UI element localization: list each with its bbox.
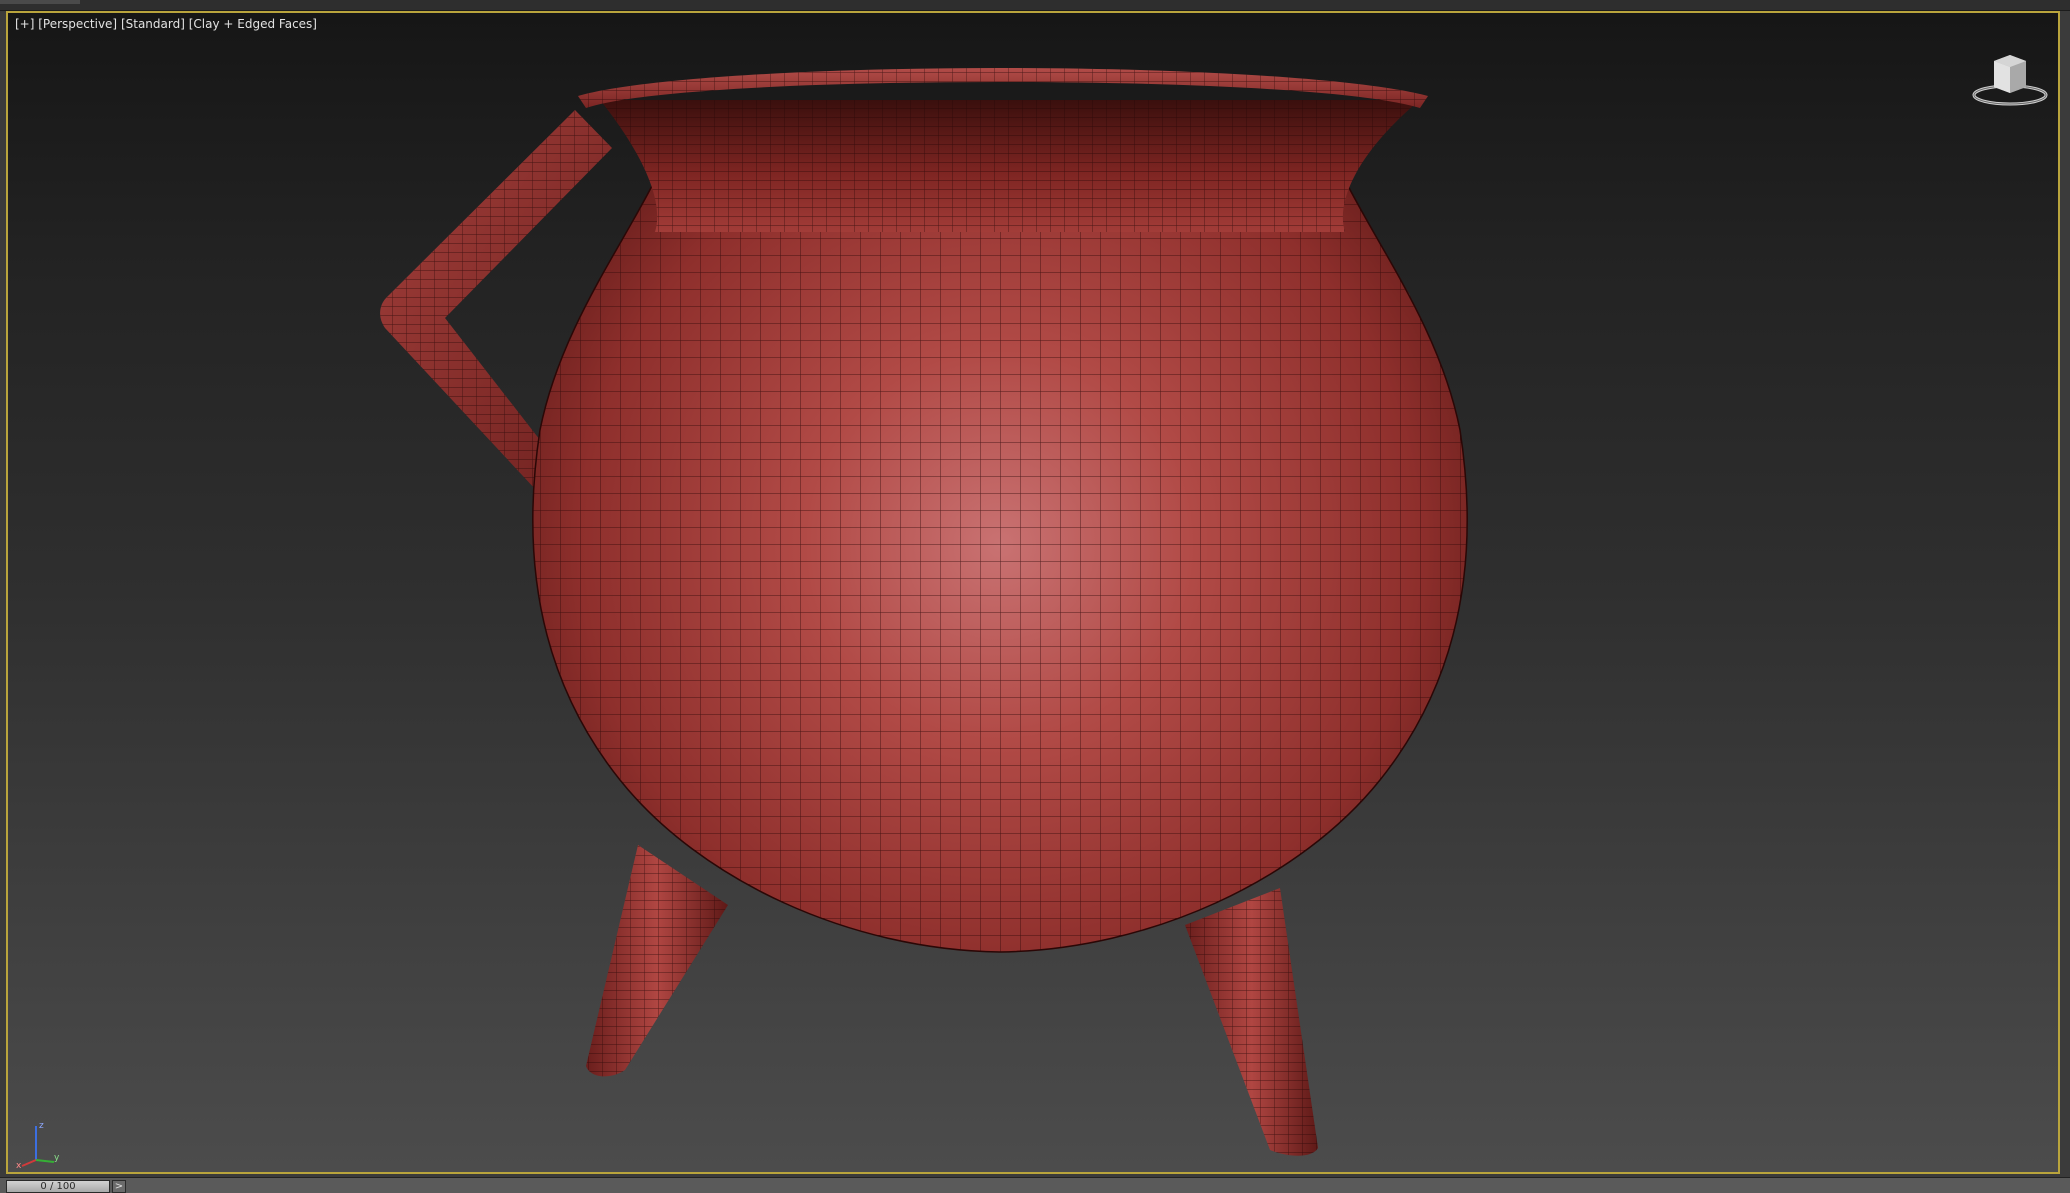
perspective-viewport[interactable]: [+] [Perspective] [Standard] [Clay + Edg… — [6, 11, 2060, 1174]
axis-y-label: y — [54, 1153, 60, 1163]
time-slider[interactable]: 0 / 100 — [6, 1180, 110, 1193]
axis-x-label: x — [16, 1161, 22, 1170]
pot-leg-right — [1185, 888, 1318, 1156]
toolbar-tab[interactable] — [0, 0, 80, 4]
axis-z-label: z — [39, 1121, 44, 1131]
viewcube-icon[interactable] — [1970, 49, 2050, 109]
axis-tripod-icon: z x y — [16, 1121, 60, 1170]
top-toolbar-strip — [0, 0, 2070, 11]
scene-canvas[interactable] — [6, 11, 2060, 1174]
max-application: [+] [Perspective] [Standard] [Clay + Edg… — [0, 0, 2070, 1193]
pot-neck — [600, 100, 1420, 232]
pot-body — [532, 179, 1468, 953]
timeline-bar: 0 / 100 > — [0, 1177, 2070, 1193]
next-frame-button[interactable]: > — [112, 1180, 126, 1193]
pot-leg-left — [586, 845, 728, 1077]
